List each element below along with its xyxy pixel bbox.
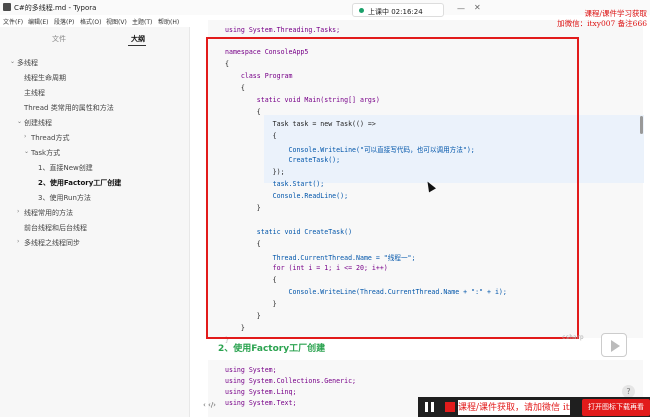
annotation-red-box xyxy=(206,37,579,339)
pause-icon[interactable] xyxy=(425,402,435,412)
promo-line-1: 课程/课件学习获取 xyxy=(584,9,647,18)
outline-item-sync[interactable]: 多线程之线程同步 xyxy=(24,238,80,248)
outline-sidebar: 文件 大纲 xyxy=(0,27,190,417)
menu-edit[interactable]: 编辑(E) xyxy=(28,17,48,26)
code-line: using System.Collections.Generic; xyxy=(225,377,357,385)
code-line: using System.Linq; xyxy=(225,388,297,396)
outline-item-factory-create[interactable]: 2、使用Factory工厂创建 xyxy=(38,178,121,188)
promo-line-2: 加微信：itxy007 备注666 xyxy=(557,19,647,28)
menu-paragraph[interactable]: 段落(P) xyxy=(54,17,74,26)
promo-watermark: 课程/课件学习获取 加微信：itxy007 备注666 xyxy=(557,9,647,29)
editor-scrollbar[interactable] xyxy=(638,27,644,417)
typora-app-icon xyxy=(3,3,11,11)
outline-item-multithreading[interactable]: 多线程 xyxy=(17,58,38,68)
section-heading: 2、使用Factory工厂创建 xyxy=(218,344,326,354)
outline-item-run-method[interactable]: 3、使用Run方法 xyxy=(38,193,91,203)
open-download-button[interactable]: 打开图标下载再看 xyxy=(582,399,650,416)
play-icon xyxy=(611,340,620,352)
code-language-tag[interactable]: csharp xyxy=(562,334,584,341)
menu-help[interactable]: 帮助(H) xyxy=(158,17,179,26)
menu-theme[interactable]: 主题(T) xyxy=(132,17,152,26)
code-line: using System.Text; xyxy=(225,399,297,407)
chevron-down-icon[interactable]: ⌄ xyxy=(10,58,15,65)
recording-status: 上课中 02:16:24 xyxy=(352,3,444,17)
active-tab-indicator xyxy=(128,45,146,46)
menu-file[interactable]: 文件(F) xyxy=(3,17,23,26)
outline-item-foreground-background[interactable]: 前台线程和后台线程 xyxy=(24,223,87,233)
recording-label: 上课中 02:16:24 xyxy=(368,8,423,16)
promo-ticker: 课程/课件获取，请加微信 itxy007 xyxy=(458,400,570,415)
window-title: C#的多线程.md - Typora xyxy=(14,4,97,12)
outline-item-lifecycle[interactable]: 线程生命周期 xyxy=(24,73,66,83)
tab-files[interactable]: 文件 xyxy=(52,34,66,44)
outline-item-create-thread[interactable]: 创建线程 xyxy=(24,118,52,128)
title-bar: C#的多线程.md - Typora xyxy=(0,0,650,15)
sidebar-tabs: 文件 大纲 xyxy=(0,34,190,48)
recording-dot-icon xyxy=(359,8,364,13)
tab-outline[interactable]: 大纲 xyxy=(131,34,145,44)
code-line: using System.Threading.Tasks; xyxy=(225,26,341,34)
outline-item-thread-way[interactable]: Thread方式 xyxy=(31,133,69,143)
source-mode-toggle[interactable]: ‹ ‹/› xyxy=(203,401,216,409)
chevron-down-icon[interactable]: ⌄ xyxy=(17,118,22,125)
chevron-down-icon[interactable]: ⌄ xyxy=(24,148,29,155)
outline-item-task-way[interactable]: Task方式 xyxy=(31,148,60,158)
menu-format[interactable]: 格式(O) xyxy=(80,17,101,26)
menu-view[interactable]: 视图(V) xyxy=(106,17,127,26)
close-icon[interactable]: ✕ xyxy=(474,3,481,12)
chevron-right-icon[interactable]: › xyxy=(17,208,19,215)
outline-item-new-create[interactable]: 1、直接New创建 xyxy=(38,163,93,173)
minimize-icon[interactable]: — xyxy=(457,4,465,13)
outline-item-thread-class[interactable]: Thread 类常用的属性和方法 xyxy=(24,103,114,113)
chevron-right-icon[interactable]: › xyxy=(24,133,26,140)
outline-item-common-methods[interactable]: 线程常用的方法 xyxy=(24,208,73,218)
play-button[interactable] xyxy=(601,333,627,357)
chevron-right-icon[interactable]: › xyxy=(17,238,19,245)
outline-item-main-thread[interactable]: 主线程 xyxy=(24,88,45,98)
menu-bar: 文件(F) 编辑(E) 段落(P) 格式(O) 视图(V) 主题(T) 帮助(H… xyxy=(0,15,190,27)
scrollbar-thumb[interactable] xyxy=(640,116,643,134)
stop-icon[interactable] xyxy=(445,402,455,412)
code-line: using System; xyxy=(225,366,277,374)
